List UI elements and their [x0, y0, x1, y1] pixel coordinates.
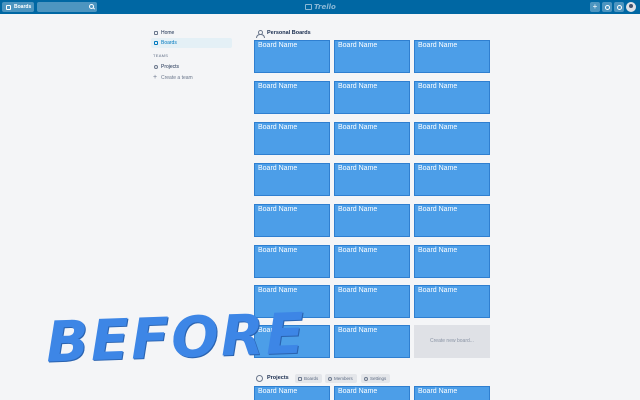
person-icon: [256, 29, 265, 38]
board-tile[interactable]: Board Name: [334, 204, 410, 237]
board-tile[interactable]: Board Name: [414, 122, 490, 155]
search-input[interactable]: [37, 2, 97, 12]
sidebar-item-home[interactable]: Home: [151, 28, 232, 38]
board-tile[interactable]: Board Name: [334, 163, 410, 196]
create-board-button[interactable]: Create new board...: [414, 325, 490, 358]
board-tile[interactable]: Board Name: [334, 386, 410, 400]
board-tile[interactable]: Board Name: [254, 245, 330, 278]
tab-boards[interactable]: Boards: [295, 374, 323, 383]
section-title-text: Projects: [267, 375, 289, 381]
create-team-link[interactable]: + Create a team: [151, 73, 193, 83]
trello-logo-icon: [305, 4, 312, 10]
board-tile[interactable]: Board Name: [254, 163, 330, 196]
board-icon: [6, 4, 11, 10]
board-tile[interactable]: Board Name: [414, 204, 490, 237]
personal-boards-title: Personal Boards: [255, 28, 311, 38]
board-tile[interactable]: Board Name: [334, 40, 410, 73]
tab-label: Members: [334, 376, 353, 381]
board-tile[interactable]: Board Name: [414, 245, 490, 278]
team-icon: [256, 374, 263, 382]
board-tile[interactable]: Board Name: [414, 40, 490, 73]
members-icon: [328, 376, 332, 381]
board-tile[interactable]: Board Name: [414, 285, 490, 318]
tab-members[interactable]: Members: [325, 374, 357, 383]
board-tile[interactable]: Board Name: [254, 40, 330, 73]
board-tile[interactable]: Board Name: [414, 386, 490, 400]
top-header-bar: Boards Trello +: [0, 0, 640, 14]
teams-heading: TEAMS: [153, 53, 169, 58]
projects-title: Projects: [255, 373, 289, 383]
notifications-button[interactable]: [614, 2, 624, 12]
trello-logo[interactable]: Trello: [305, 2, 336, 12]
sidebar-item-label: Projects: [161, 64, 180, 70]
sidebar-item-label: Boards: [161, 40, 177, 46]
sidebar-item-boards[interactable]: Boards: [151, 38, 232, 48]
avatar[interactable]: [626, 2, 636, 12]
home-icon: [154, 31, 158, 35]
tab-label: Boards: [304, 376, 319, 381]
tab-label: Settings: [370, 376, 387, 381]
sidebar-item-projects[interactable]: Projects: [151, 62, 232, 72]
board-tile[interactable]: Board Name: [254, 122, 330, 155]
board-tile[interactable]: Board Name: [334, 245, 410, 278]
board-tile[interactable]: Board Name: [254, 81, 330, 114]
board-tile[interactable]: Board Name: [414, 81, 490, 114]
search-icon[interactable]: [89, 4, 94, 9]
create-team-label: Create a team: [161, 75, 193, 81]
gear-icon: [364, 376, 368, 381]
board-tile[interactable]: Board Name: [334, 325, 410, 358]
section-title-text: Personal Boards: [267, 30, 311, 36]
board-tile[interactable]: Board Name: [334, 122, 410, 155]
add-button[interactable]: +: [590, 2, 600, 12]
board-icon: [298, 376, 302, 381]
tab-settings[interactable]: Settings: [361, 374, 391, 383]
info-button[interactable]: [602, 2, 612, 12]
team-icon: [154, 65, 158, 69]
boards-menu-button[interactable]: Boards: [2, 2, 34, 12]
board-icon: [154, 41, 158, 45]
info-icon: [604, 4, 610, 10]
board-tile[interactable]: Board Name: [254, 204, 330, 237]
plus-icon: +: [153, 74, 158, 81]
logo-text: Trello: [314, 3, 336, 11]
board-tile[interactable]: Board Name: [414, 163, 490, 196]
sidebar-item-label: Home: [161, 30, 175, 36]
bell-icon: [616, 4, 622, 10]
plus-icon: +: [592, 2, 598, 11]
board-tile[interactable]: Board Name: [334, 81, 410, 114]
board-tile[interactable]: Board Name: [334, 285, 410, 318]
board-tile[interactable]: Board Name: [254, 386, 330, 400]
boards-menu-label: Boards: [14, 4, 32, 10]
before-overlay-text: BEFORE: [44, 301, 308, 376]
